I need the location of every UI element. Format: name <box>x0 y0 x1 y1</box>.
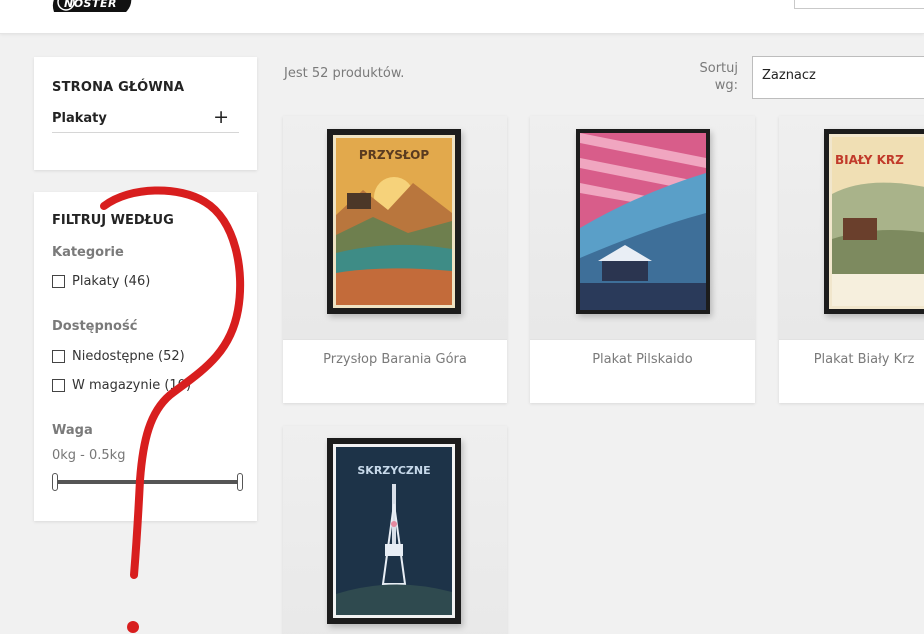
checkbox[interactable] <box>52 379 65 392</box>
poster-bialy-krzyz-art: BIAŁY KRZ <box>829 134 924 309</box>
product-name[interactable]: Przysłop Barania Góra <box>283 352 507 367</box>
category-nav-block: STRONA GŁÓWNA Plakaty + <box>34 57 257 170</box>
sort-label: Sortuj wg: <box>699 61 739 93</box>
poster-skrzyczne-art: SKRZYCZNE <box>333 444 455 618</box>
weight-slider-max-handle[interactable] <box>237 473 243 491</box>
facet-title-categories: Kategorie <box>52 245 124 260</box>
poster-frame: PRZYSŁOP <box>327 129 461 314</box>
poster-title: BIAŁY KRZ <box>835 153 904 167</box>
filter-option-label[interactable]: Niedostępne (52) <box>72 349 185 364</box>
product-image[interactable]: SKRZYCZNE <box>283 426 507 634</box>
poster-przyslop-art: PRZYSŁOP <box>333 135 455 308</box>
facet-title-weight: Waga <box>52 423 93 438</box>
product-card[interactable]: Plakat Pilskaido <box>530 116 755 403</box>
nav-home-link[interactable]: STRONA GŁÓWNA <box>52 80 184 95</box>
poster-frame <box>576 129 710 314</box>
product-image[interactable] <box>530 116 755 340</box>
weight-slider-track[interactable] <box>55 480 240 484</box>
filter-title: FILTRUJ WEDŁUG <box>52 213 174 228</box>
product-image[interactable]: BIAŁY KRZ <box>779 116 924 340</box>
product-image[interactable]: PRZYSŁOP <box>283 116 507 340</box>
weight-range-text: 0kg - 0.5kg <box>52 448 126 463</box>
nav-category-plakaty[interactable]: Plakaty + <box>52 108 239 133</box>
poster-frame: BIAŁY KRZ <box>824 129 924 314</box>
filter-block: FILTRUJ WEDŁUG Kategorie Plakaty (46) Do… <box>34 192 257 521</box>
sort-select-value[interactable]: Zaznacz <box>762 68 816 83</box>
sort-select[interactable]: Zaznacz <box>752 56 924 99</box>
checkbox[interactable] <box>52 275 65 288</box>
facet-title-availability: Dostępność <box>52 319 138 334</box>
top-header: NOSTER <box>0 0 924 34</box>
poster-frame: SKRZYCZNE <box>327 438 461 624</box>
product-count: Jest 52 produktów. <box>284 66 405 81</box>
poster-pilskaido-art <box>580 133 706 310</box>
product-name[interactable]: Plakat Biały Krz <box>779 352 924 367</box>
logo-text: NOSTER <box>64 0 117 10</box>
product-card[interactable]: PRZYSŁOP Przysłop Barania Góra <box>283 116 507 403</box>
product-card[interactable]: BIAŁY KRZ Plakat Biały Krz <box>779 116 924 403</box>
nav-category-label[interactable]: Plakaty <box>52 111 107 126</box>
header-search-input[interactable] <box>794 0 924 9</box>
product-name[interactable]: Plakat Pilskaido <box>530 352 755 367</box>
filter-option-label[interactable]: W magazynie (10) <box>72 378 191 393</box>
plus-icon[interactable]: + <box>213 108 229 127</box>
product-card[interactable]: SKRZYCZNE <box>283 426 507 634</box>
weight-slider-min-handle[interactable] <box>52 473 58 491</box>
poster-title: PRZYSŁOP <box>359 148 430 162</box>
poster-title: SKRZYCZNE <box>357 464 430 477</box>
filter-option-label[interactable]: Plakaty (46) <box>72 274 150 289</box>
checkbox[interactable] <box>52 350 65 363</box>
